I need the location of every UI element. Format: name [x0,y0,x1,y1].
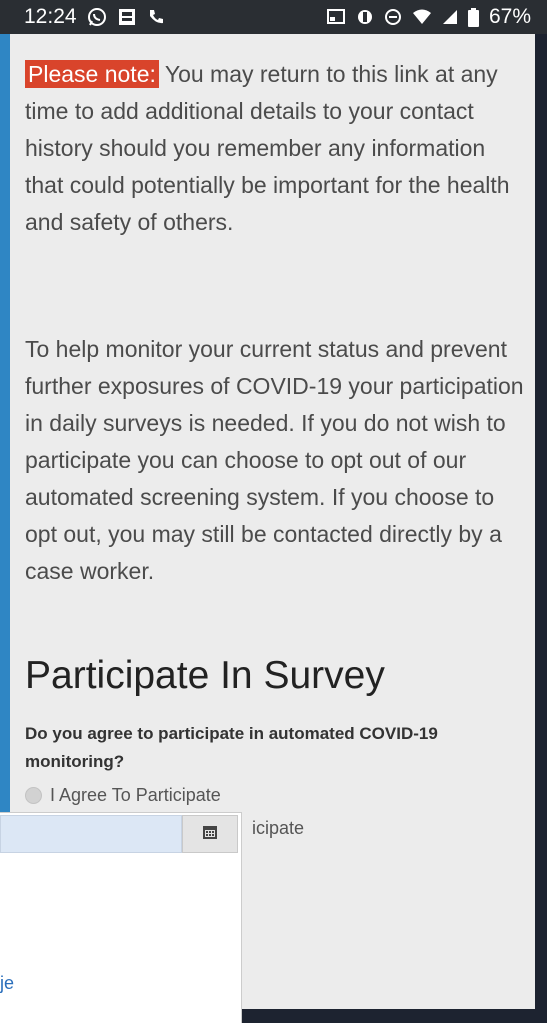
survey-question: Do you agree to participate in automated… [25,724,438,771]
notice-paragraph: Please note: You may return to this link… [25,56,525,241]
date-picker-overlay: je [0,812,242,1023]
agree-label[interactable]: I Agree To Participate [50,785,221,806]
agree-option[interactable]: I Agree To Participate [25,785,221,806]
browser-frame-right [535,34,547,1023]
status-bar-right: 67% [326,5,531,29]
overlay-link[interactable]: je [0,973,14,994]
signal-icon [442,8,458,26]
decline-option-label[interactable]: icipate [252,818,304,839]
dnd-icon [384,8,402,26]
date-input[interactable] [0,815,182,853]
info-paragraph: To help monitor your current status and … [25,336,524,584]
status-bar: 12:24 67% [0,0,547,34]
phone-icon [147,8,165,26]
please-note-label: Please note: [25,60,159,88]
calendar-icon [202,824,218,845]
gallery-icon [117,7,137,27]
calendar-button[interactable] [182,815,238,853]
survey-title: Participate In Survey [25,654,385,697]
agree-radio[interactable] [25,787,42,804]
status-time: 12:24 [24,5,77,28]
battery-percent: 67% [488,5,531,28]
data-saver-icon [356,8,374,26]
navigation-bar [240,1009,547,1023]
cast-icon [326,8,346,26]
wifi-icon [412,8,432,26]
battery-icon [467,7,479,27]
status-bar-left: 12:24 [24,5,165,29]
whatsapp-icon [87,7,107,27]
